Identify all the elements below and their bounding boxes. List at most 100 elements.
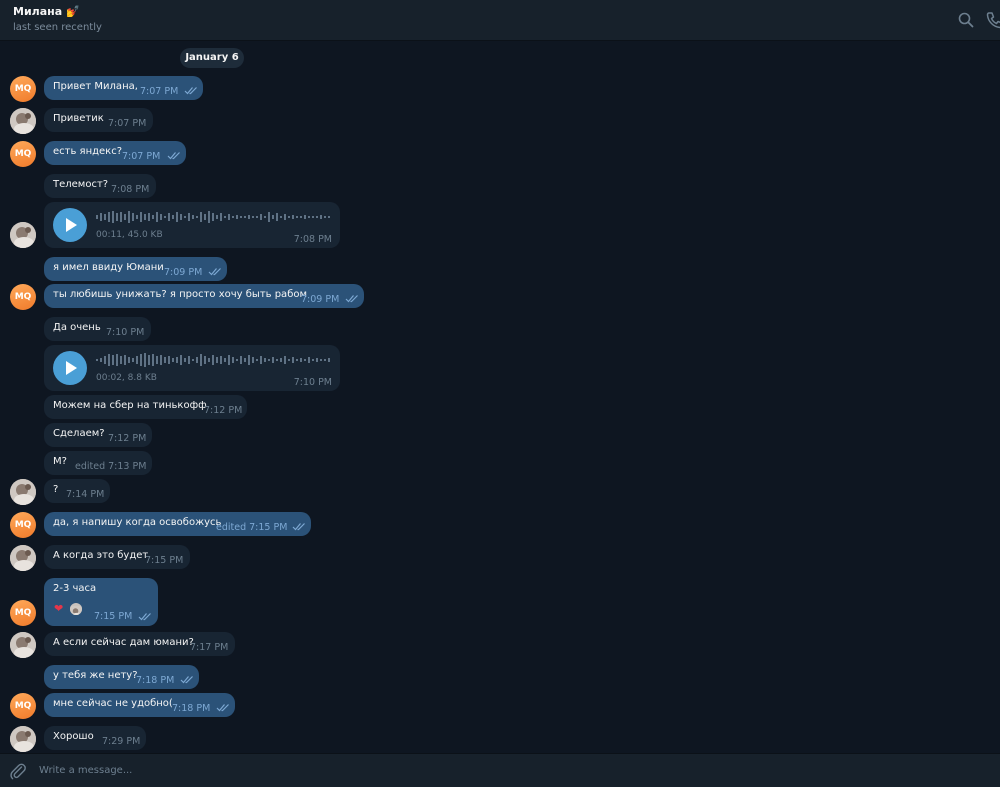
message-text: ты любишь унижать? я просто хочу быть ра… [53, 289, 308, 300]
message-text: 2-3 часа [53, 583, 97, 594]
heart-reaction[interactable]: ❤ [54, 603, 63, 615]
message-time: 7:12 PM [108, 433, 147, 444]
double-check-icon [184, 87, 197, 95]
message-bubble[interactable]: М? edited 7:13 PM [44, 451, 152, 475]
message-bubble[interactable]: Сделаем? 7:12 PM [44, 423, 152, 447]
avatar[interactable] [10, 632, 36, 658]
message-text: я имел ввиду Юмани [53, 262, 164, 273]
message-bubble[interactable]: Привет Милана, 7:07 PM [44, 76, 203, 100]
message-time: 7:09 PM [301, 294, 340, 305]
message-bubble[interactable]: Телемост? 7:08 PM [44, 174, 156, 198]
avatar[interactable] [10, 222, 36, 248]
message-bubble[interactable]: А когда это будет 7:15 PM [44, 545, 190, 569]
message-time: 7:07 PM [108, 118, 147, 129]
contact-photo [10, 222, 36, 248]
message-bubble[interactable]: Хорошо 7:29 PM [44, 726, 146, 750]
avatar[interactable]: MQ [10, 693, 36, 719]
message-text: Привет Милана, [53, 81, 138, 92]
message-bubble[interactable]: 2-3 часа ❤ 7:15 PM [44, 578, 158, 626]
message-text: у тебя же нету? [53, 670, 138, 681]
double-check-icon [208, 268, 221, 276]
contact-name-text: Милана [13, 5, 63, 18]
contact-photo [10, 108, 36, 134]
message-time: 7:17 PM [190, 642, 229, 653]
message-time: edited 7:15 PM [216, 522, 288, 533]
message-text: мне сейчас не удобно( [53, 698, 173, 709]
double-check-icon [138, 613, 151, 621]
avatar[interactable]: MQ [10, 600, 36, 626]
message-bubble[interactable]: есть яндекс? 7:07 PM [44, 141, 186, 165]
message-time: 7:15 PM [94, 611, 133, 622]
avatar[interactable] [10, 479, 36, 505]
message-time: 7:15 PM [145, 555, 184, 566]
message-text: Да очень [53, 322, 101, 333]
message-time: 7:09 PM [164, 267, 203, 278]
date-separator: January 6 [180, 48, 244, 68]
message-bubble[interactable]: Приветик 7:07 PM [44, 108, 153, 132]
voice-duration-size: 00:11, 45.0 KB [96, 230, 163, 240]
avatar[interactable] [10, 726, 36, 752]
message-text: Можем на сбер на тинькофф [53, 400, 207, 411]
voice-message[interactable]: 00:11, 45.0 KB 7:08 PM [44, 202, 340, 248]
message-text: Хорошо [53, 731, 94, 742]
avatar[interactable] [10, 108, 36, 134]
double-check-icon [292, 523, 305, 531]
message-text: А если сейчас дам юмани? [53, 637, 194, 648]
message-text: А когда это будет [53, 550, 149, 561]
message-time: 7:07 PM [140, 86, 179, 97]
double-check-icon [167, 152, 180, 160]
message-bubble[interactable]: Да очень 7:10 PM [44, 317, 151, 341]
message-time: 7:12 PM [204, 405, 243, 416]
message-text: Сделаем? [53, 428, 105, 439]
message-time: 7:08 PM [111, 184, 150, 195]
message-input[interactable] [39, 761, 939, 779]
avatar[interactable] [10, 545, 36, 571]
message-time: edited 7:13 PM [75, 461, 147, 472]
contact-photo [10, 632, 36, 658]
message-bubble[interactable]: ты любишь унижать? я просто хочу быть ра… [44, 284, 364, 308]
contact-photo [70, 606, 82, 615]
avatar[interactable]: MQ [10, 76, 36, 102]
message-time: 7:18 PM [172, 703, 211, 714]
message-text: да, я напишу когда освобожусь [53, 517, 222, 528]
voice-message[interactable]: 00:02, 8.8 KB 7:10 PM [44, 345, 340, 391]
avatar[interactable]: MQ [10, 284, 36, 310]
waveform[interactable] [96, 210, 332, 224]
reactor-avatar [70, 603, 82, 615]
message-bubble[interactable]: мне сейчас не удобно( 7:18 PM [44, 693, 235, 717]
contact-photo [10, 479, 36, 505]
message-bubble[interactable]: я имел ввиду Юмани 7:09 PM [44, 257, 227, 281]
double-check-icon [180, 676, 193, 684]
avatar[interactable]: MQ [10, 141, 36, 167]
message-time: 7:18 PM [136, 675, 175, 686]
message-time: 7:14 PM [66, 489, 105, 500]
avatar[interactable]: MQ [10, 512, 36, 538]
message-list[interactable]: January 6 MQ Привет Милана, 7:07 PM Прив… [0, 41, 1000, 753]
message-bubble[interactable]: да, я напишу когда освобожусь edited 7:1… [44, 512, 311, 536]
contact-photo [10, 726, 36, 752]
phone-icon[interactable] [986, 11, 1000, 29]
message-text: есть яндекс? [53, 146, 123, 157]
message-bubble[interactable]: ? 7:14 PM [44, 479, 110, 503]
nail-polish-emoji: 💅 [66, 5, 80, 18]
play-button[interactable] [53, 208, 87, 242]
double-check-icon [216, 704, 229, 712]
contact-photo [10, 545, 36, 571]
last-seen-status: last seen recently [13, 22, 102, 33]
message-time: 7:10 PM [293, 377, 332, 388]
voice-duration-size: 00:02, 8.8 KB [96, 373, 157, 383]
chat-header[interactable]: Милана 💅 last seen recently [0, 0, 1000, 41]
message-time: 7:08 PM [293, 234, 332, 245]
message-bubble[interactable]: Можем на сбер на тинькофф 7:12 PM [44, 395, 247, 419]
search-icon[interactable] [957, 11, 975, 29]
play-button[interactable] [53, 351, 87, 385]
message-text: ? [53, 484, 59, 495]
waveform[interactable] [96, 353, 332, 367]
message-bubble[interactable]: у тебя же нету? 7:18 PM [44, 665, 199, 689]
play-icon [66, 361, 77, 375]
message-text: М? [53, 456, 67, 467]
paperclip-icon[interactable] [9, 762, 27, 780]
message-bubble[interactable]: А если сейчас дам юмани? 7:17 PM [44, 632, 235, 656]
contact-name[interactable]: Милана 💅 [13, 5, 80, 18]
message-text: Приветик [53, 113, 104, 124]
